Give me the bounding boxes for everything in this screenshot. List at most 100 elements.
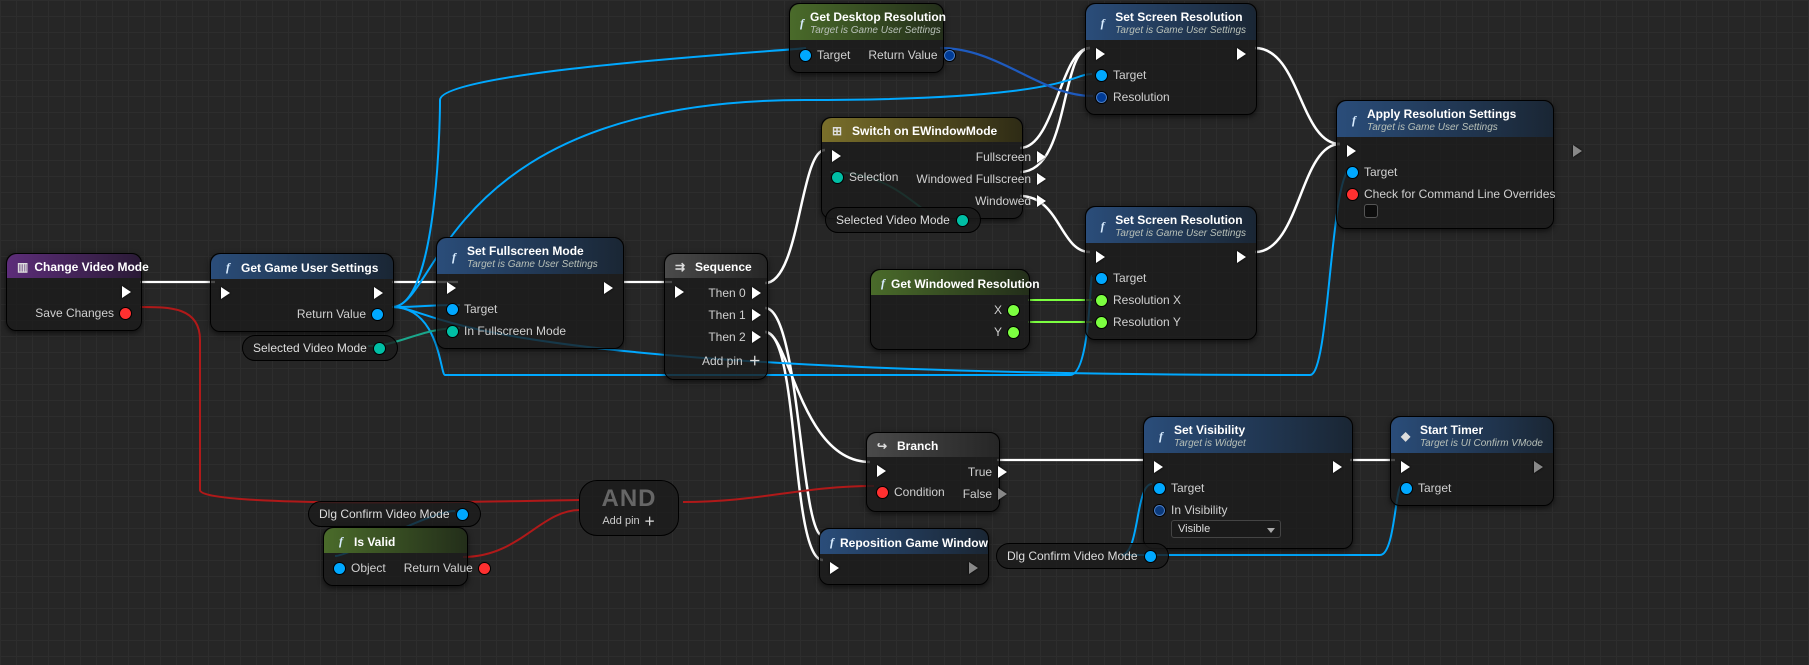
exec-in-pin[interactable]: [877, 465, 945, 477]
node-set-fullscreen-mode[interactable]: f Set Fullscreen Mode Target is Game Use…: [436, 237, 624, 349]
node-header: ▥ Change Video Mode: [7, 254, 141, 278]
node-header: f Apply Resolution Settings Target is Ga…: [1337, 101, 1553, 137]
true-pin[interactable]: True: [968, 465, 1007, 479]
return-value-pin[interactable]: Return Value: [868, 48, 954, 62]
exec-in-pin[interactable]: [1154, 461, 1281, 473]
and-label: AND: [580, 487, 678, 511]
then0-pin[interactable]: Then 0: [708, 286, 760, 300]
add-pin[interactable]: ＋Add pin: [702, 352, 761, 369]
node-set-visibility[interactable]: f Set Visibility Target is Widget Target…: [1143, 416, 1353, 549]
return-value-pin[interactable]: Return Value: [404, 561, 490, 575]
node-header: ◆ Start Timer Target is UI Confirm VMode: [1391, 417, 1553, 453]
node-get-desktop-resolution[interactable]: f Get Desktop Resolution Target is Game …: [789, 3, 944, 73]
visibility-dropdown[interactable]: Visible: [1171, 520, 1281, 538]
target-pin[interactable]: Target: [1096, 68, 1170, 82]
exec-in-pin[interactable]: [1347, 145, 1555, 157]
false-pin[interactable]: False: [963, 487, 1007, 501]
node-title: Get Windowed Resolution: [891, 277, 1040, 291]
exec-out-pin[interactable]: [1573, 145, 1582, 157]
node-reposition-game-window[interactable]: f Reposition Game Window: [819, 528, 989, 585]
then2-pin[interactable]: Then 2: [708, 330, 760, 344]
exec-out-pin[interactable]: [122, 286, 131, 298]
node-header: f Set Screen Resolution Target is Game U…: [1086, 4, 1256, 40]
node-header: f Set Fullscreen Mode Target is Game Use…: [437, 238, 623, 274]
check-overrides-checkbox[interactable]: [1364, 204, 1378, 218]
node-title: Get Game User Settings: [241, 261, 378, 275]
exec-in-pin[interactable]: [221, 287, 230, 299]
resolution-pin[interactable]: Resolution: [1096, 90, 1170, 104]
target-pin[interactable]: Target: [1096, 271, 1181, 285]
exec-in-pin[interactable]: [1401, 461, 1451, 473]
node-header: f Get Game User Settings: [211, 254, 393, 279]
exec-out-pin[interactable]: [1237, 48, 1246, 60]
var-selected-video-mode-2[interactable]: Selected Video Mode: [825, 207, 981, 233]
var-selected-video-mode[interactable]: Selected Video Mode: [242, 335, 398, 361]
save-changes-pin[interactable]: Save Changes: [35, 306, 131, 320]
node-apply-resolution-settings[interactable]: f Apply Resolution Settings Target is Ga…: [1336, 100, 1554, 229]
node-subtitle: Target is UI Confirm VMode: [1420, 438, 1543, 449]
target-pin[interactable]: Target: [1154, 481, 1281, 495]
node-switch-ewindowmode[interactable]: ⊞ Switch on EWindowMode Selection Fullsc…: [821, 117, 1023, 219]
windowed-pin[interactable]: Windowed: [975, 194, 1046, 208]
resolution-x-pin[interactable]: Resolution X: [1096, 293, 1181, 307]
function-icon: f: [1096, 219, 1109, 234]
node-set-screen-resolution-1[interactable]: f Set Screen Resolution Target is Game U…: [1085, 3, 1257, 115]
node-is-valid[interactable]: f Is Valid Object Return Value: [323, 527, 468, 586]
node-sequence[interactable]: ⇉ Sequence Then 0 Then 1 Then 2 ＋Add pin: [664, 253, 768, 380]
plus-icon: ＋: [644, 513, 656, 529]
function-icon: f: [334, 534, 348, 549]
target-pin[interactable]: Target: [800, 48, 850, 62]
var-dlg-confirm-2[interactable]: Dlg Confirm Video Mode: [996, 543, 1169, 569]
node-start-timer[interactable]: ◆ Start Timer Target is UI Confirm VMode…: [1390, 416, 1554, 506]
node-header: f Get Windowed Resolution: [871, 270, 1029, 295]
fullscreen-pin[interactable]: Fullscreen: [976, 150, 1046, 164]
y-pin[interactable]: Y: [994, 325, 1019, 339]
windowed-fullscreen-pin[interactable]: Windowed Fullscreen: [916, 172, 1046, 186]
node-header: f Reposition Game Window: [820, 529, 988, 554]
exec-in-pin[interactable]: [447, 282, 566, 294]
exec-in-pin[interactable]: [1096, 251, 1181, 263]
function-icon: f: [1347, 113, 1361, 128]
node-change-video-mode[interactable]: ▥ Change Video Mode Save Changes: [6, 253, 142, 331]
node-and[interactable]: AND Add pin＋: [579, 480, 679, 536]
node-set-screen-resolution-2[interactable]: f Set Screen Resolution Target is Game U…: [1085, 206, 1257, 340]
exec-out-pin[interactable]: [374, 287, 383, 299]
exec-out-pin[interactable]: [1237, 251, 1246, 263]
exec-out-pin[interactable]: [969, 562, 978, 574]
exec-out-pin[interactable]: [604, 282, 613, 294]
node-title: Apply Resolution Settings: [1367, 107, 1516, 121]
target-pin[interactable]: Target: [1401, 481, 1451, 495]
in-fullscreen-mode-pin[interactable]: In Fullscreen Mode: [447, 324, 566, 338]
in-visibility-pin[interactable]: In Visibility Visible: [1154, 503, 1281, 538]
node-title: Change Video Mode: [34, 260, 148, 274]
node-subtitle: Target is Widget: [1174, 438, 1246, 449]
node-title: Branch: [897, 439, 938, 453]
exec-in-pin[interactable]: [830, 562, 839, 574]
node-title: Reposition Game Window: [840, 536, 988, 550]
sequence-icon: ⇉: [675, 260, 689, 274]
condition-pin[interactable]: Condition: [877, 485, 945, 499]
target-pin[interactable]: Target: [1347, 165, 1555, 179]
node-branch[interactable]: ↪ Branch Condition True False: [866, 432, 1000, 512]
then1-pin[interactable]: Then 1: [708, 308, 760, 322]
selection-pin[interactable]: Selection: [832, 170, 898, 184]
object-pin[interactable]: Object: [334, 561, 386, 575]
check-overrides-pin[interactable]: Check for Command Line Overrides: [1347, 187, 1555, 218]
exec-out-pin[interactable]: [1534, 461, 1543, 473]
node-get-game-user-settings[interactable]: f Get Game User Settings Return Value: [210, 253, 394, 332]
return-value-pin[interactable]: Return Value: [297, 307, 383, 321]
event-icon: ◆: [1401, 429, 1414, 443]
node-title: Set Visibility: [1174, 423, 1245, 437]
target-pin[interactable]: Target: [447, 302, 566, 316]
function-icon: f: [881, 276, 885, 291]
exec-in-pin[interactable]: [1096, 48, 1170, 60]
add-pin[interactable]: Add pin＋: [580, 513, 678, 529]
x-pin[interactable]: X: [994, 303, 1019, 317]
branch-icon: ↪: [877, 439, 891, 453]
var-dlg-confirm-1[interactable]: Dlg Confirm Video Mode: [308, 501, 481, 527]
exec-out-pin[interactable]: [1333, 461, 1342, 473]
exec-in-pin[interactable]: [832, 150, 898, 162]
node-get-windowed-resolution[interactable]: f Get Windowed Resolution X Y: [870, 269, 1030, 350]
exec-in-pin[interactable]: [675, 286, 684, 298]
resolution-y-pin[interactable]: Resolution Y: [1096, 315, 1181, 329]
